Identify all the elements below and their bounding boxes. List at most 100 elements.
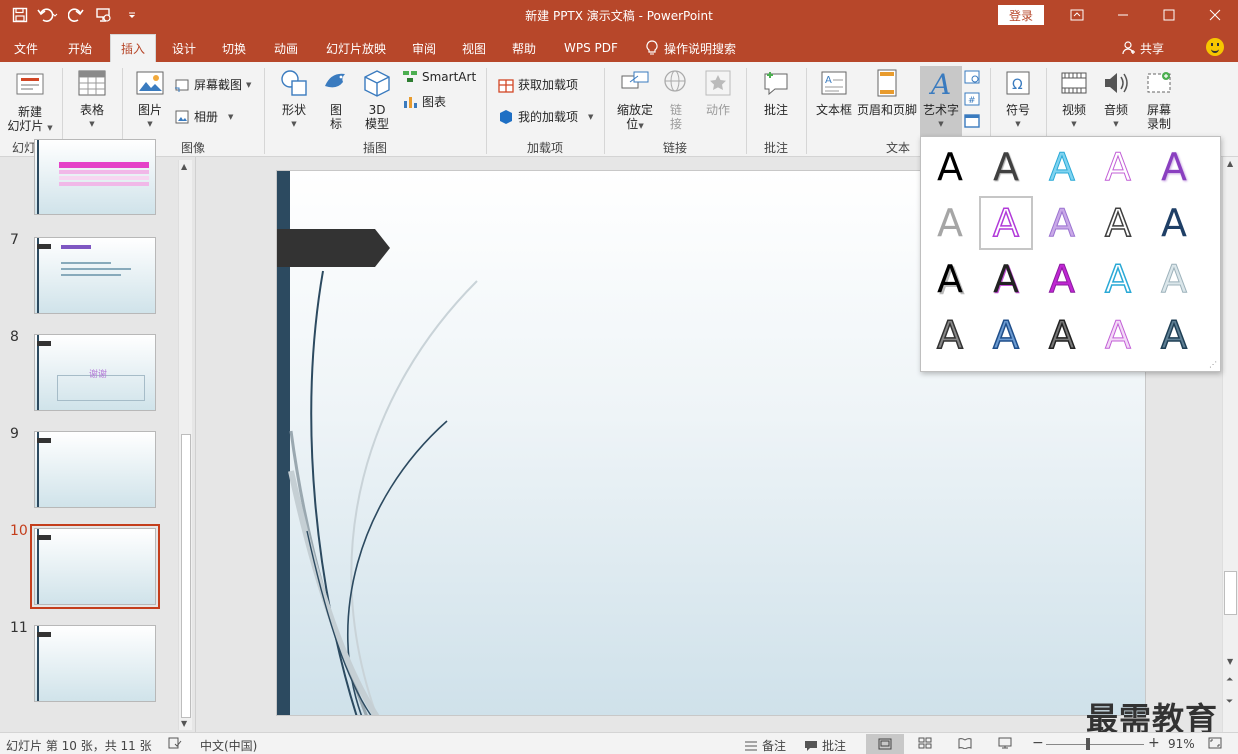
present-from-start-icon[interactable] — [92, 4, 116, 26]
scroll-up-icon[interactable]: ▲ — [181, 162, 187, 171]
close-icon[interactable] — [1192, 0, 1238, 30]
slide-thumbnail-6[interactable] — [34, 139, 156, 215]
slide-thumbnail-8[interactable]: 谢谢 — [34, 334, 156, 411]
tab-slideshow[interactable]: 幻灯片放映 — [316, 34, 396, 62]
tab-animations[interactable]: 动画 — [264, 34, 308, 62]
new-slide-button[interactable]: 新建 幻灯片 ▼ — [4, 68, 56, 135]
link-button[interactable]: 链 接 — [660, 68, 692, 131]
date-time-button[interactable] — [964, 70, 980, 84]
reading-view-icon[interactable] — [958, 737, 972, 749]
maximize-icon[interactable] — [1146, 0, 1192, 30]
screenshot-button[interactable]: 屏幕截图 ▼ — [174, 76, 251, 93]
wordart-style-13[interactable]: A — [1035, 252, 1089, 306]
save-icon[interactable] — [8, 4, 32, 26]
textbox-button[interactable]: A 文本框 — [814, 68, 854, 117]
wordart-style-11[interactable]: A — [923, 252, 977, 306]
wordart-style-15[interactable]: A — [1147, 252, 1201, 306]
slide-thumbnail-9[interactable] — [34, 431, 156, 508]
slideshow-view-icon[interactable] — [998, 737, 1012, 749]
slide-thumbnail-10[interactable] — [30, 524, 160, 609]
normal-view-button[interactable] — [866, 734, 904, 754]
screen-recording-button[interactable]: 屏幕 录制 — [1138, 68, 1180, 131]
slide-thumbnail-panel[interactable]: 7 8 谢谢 9 10 11 — [0, 139, 196, 732]
slide-sorter-view-icon[interactable] — [918, 737, 932, 749]
tab-design[interactable]: 设计 — [162, 34, 206, 62]
zoom-level[interactable]: 91% — [1168, 737, 1195, 751]
tab-transitions[interactable]: 切换 — [212, 34, 256, 62]
tab-file[interactable]: 文件 — [4, 34, 48, 62]
undo-icon[interactable] — [36, 4, 60, 26]
shapes-button[interactable]: 形状 ▼ — [272, 68, 316, 131]
resize-grip-icon[interactable]: ⋰ — [1209, 360, 1217, 369]
wordart-style-17[interactable]: A — [979, 308, 1033, 362]
slide-scrollbar[interactable]: ▲ ▼ ⏶ ⏷ — [1222, 157, 1238, 732]
minimize-icon[interactable] — [1100, 0, 1146, 30]
wordart-style-9[interactable]: A — [1091, 196, 1145, 250]
wordart-style-1[interactable]: A — [923, 140, 977, 194]
chart-button[interactable]: 图表 — [402, 93, 446, 110]
tell-me-search[interactable]: 操作说明搜索 — [646, 34, 736, 62]
get-addins-button[interactable]: 获取加载项 — [498, 76, 578, 93]
tab-home[interactable]: 开始 — [58, 34, 102, 62]
header-footer-button[interactable]: 页眉和页脚 — [856, 68, 918, 117]
zoom-slider-track[interactable] — [1046, 744, 1144, 745]
tab-review[interactable]: 审阅 — [402, 34, 446, 62]
wordart-style-2[interactable]: A — [979, 140, 1033, 194]
login-button[interactable]: 登录 — [998, 5, 1044, 25]
tab-wps-pdf[interactable]: WPS PDF — [554, 34, 628, 62]
table-button[interactable]: 表格 ▼ — [70, 68, 114, 131]
wordart-style-8[interactable]: A — [1035, 196, 1089, 250]
tab-view[interactable]: 视图 — [452, 34, 496, 62]
spell-check-icon[interactable] — [168, 737, 182, 749]
3d-model-button[interactable]: 3D 模型 — [356, 68, 398, 131]
object-button[interactable] — [964, 114, 980, 128]
zoom-out-icon[interactable]: − — [1032, 735, 1044, 751]
zoom-in-icon[interactable]: + — [1148, 735, 1160, 751]
picture-button[interactable]: 图片 ▼ — [128, 68, 172, 131]
wordart-style-5[interactable]: A — [1147, 140, 1201, 194]
ribbon-display-options-icon[interactable] — [1054, 0, 1100, 30]
comments-toggle-button[interactable]: 批注 — [804, 737, 846, 754]
language-status[interactable]: 中文(中国) — [200, 737, 257, 754]
scroll-down-icon[interactable]: ▼ — [181, 719, 187, 728]
redo-icon[interactable] — [64, 4, 88, 26]
wordart-style-18[interactable]: A — [1035, 308, 1089, 362]
wordart-style-20[interactable]: A — [1147, 308, 1201, 362]
slide-thumbnail-7[interactable] — [34, 237, 156, 314]
next-slide-icon[interactable]: ⏷ — [1226, 697, 1233, 707]
feedback-smiley-icon[interactable] — [1206, 38, 1224, 56]
scroll-up-icon[interactable]: ▲ — [1227, 159, 1233, 168]
wordart-style-3[interactable]: A — [1035, 140, 1089, 194]
wordart-style-14[interactable]: A — [1091, 252, 1145, 306]
zoom-button[interactable]: 缩放定 位▼ — [612, 68, 658, 133]
photo-album-button[interactable]: 相册 ▼ — [174, 108, 233, 125]
comment-button[interactable]: 批注 — [756, 68, 796, 117]
notes-toggle-button[interactable]: 备注 — [744, 737, 786, 754]
symbol-button[interactable]: Ω 符号 ▼ — [998, 68, 1038, 131]
thumbnail-scrollbar[interactable]: ▲ ▼ — [178, 160, 192, 730]
wordart-style-4[interactable]: A — [1091, 140, 1145, 194]
wordart-button[interactable]: A 艺术字 ▼ — [920, 66, 962, 138]
slide-number-button[interactable]: # — [964, 92, 980, 106]
wordart-style-6[interactable]: A — [923, 196, 977, 250]
icons-button[interactable]: 图 标 — [318, 68, 354, 131]
wordart-style-19[interactable]: A — [1091, 308, 1145, 362]
zoom-slider-handle[interactable] — [1086, 738, 1090, 750]
smartart-button[interactable]: SmartArt — [402, 70, 476, 84]
customize-qat-icon[interactable] — [120, 4, 144, 26]
audio-button[interactable]: 音频 ▼ — [1096, 68, 1136, 131]
scrollbar-thumb[interactable] — [181, 434, 191, 718]
my-addins-button[interactable]: 我的加载项 ▼ — [498, 108, 593, 125]
action-button[interactable]: 动作 — [698, 68, 738, 117]
previous-slide-icon[interactable]: ⏶ — [1226, 675, 1233, 685]
video-button[interactable]: 视频 ▼ — [1054, 68, 1094, 131]
wordart-style-7[interactable]: A — [979, 196, 1033, 250]
tab-insert[interactable]: 插入 — [110, 34, 157, 62]
wordart-style-10[interactable]: A — [1147, 196, 1201, 250]
wordart-style-16[interactable]: A — [923, 308, 977, 362]
scroll-down-icon[interactable]: ▼ — [1227, 657, 1233, 666]
fit-slide-icon[interactable] — [1208, 737, 1222, 749]
wordart-style-12[interactable]: A — [979, 252, 1033, 306]
scrollbar-thumb[interactable] — [1224, 571, 1237, 615]
share-button[interactable]: 共享 — [1122, 34, 1164, 62]
